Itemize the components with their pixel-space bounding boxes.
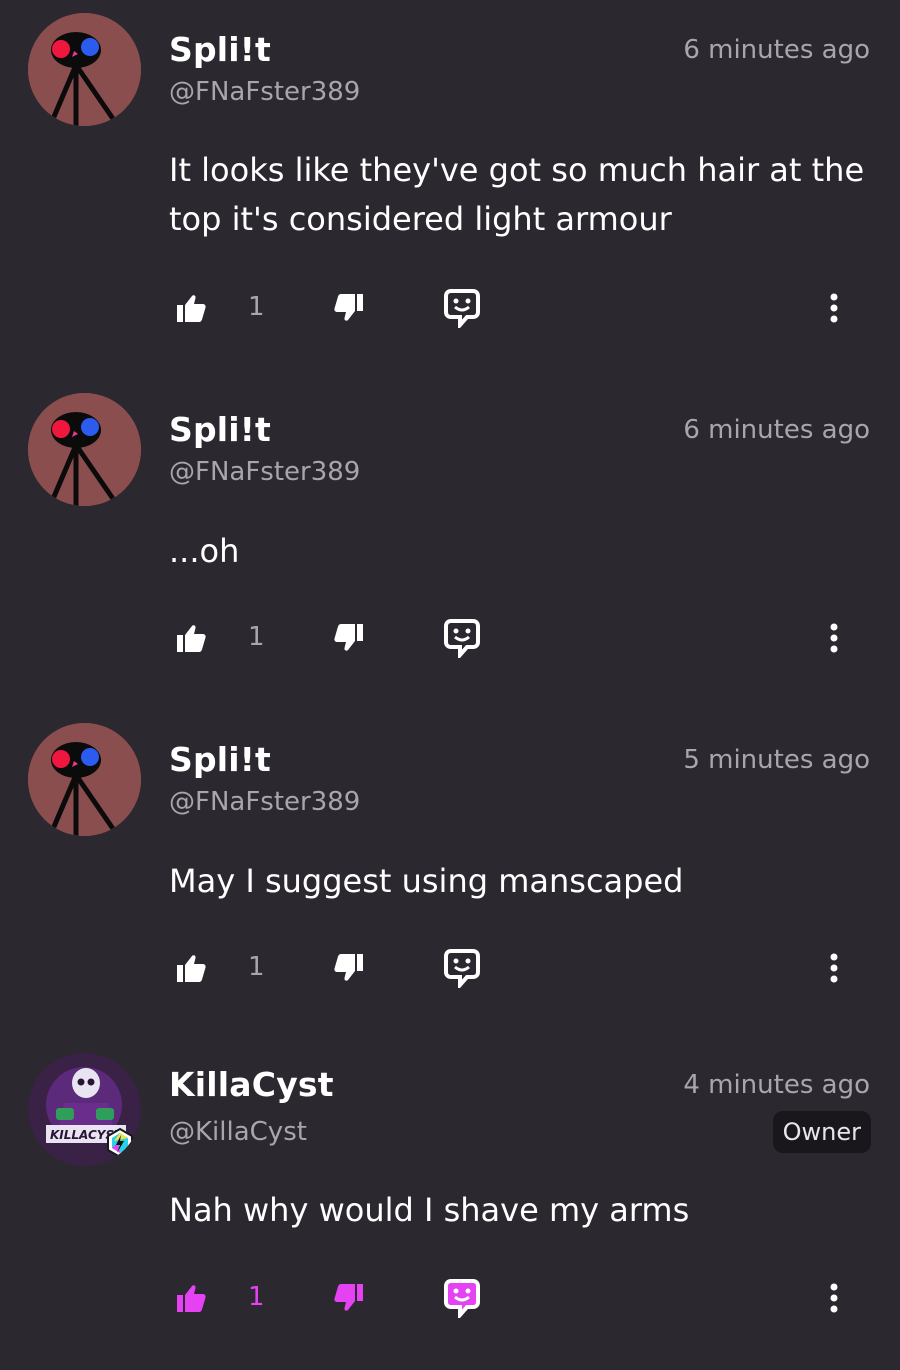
thumbs-up-icon[interactable] <box>175 1282 207 1314</box>
user-handle[interactable]: @KillaCyst <box>169 1117 307 1147</box>
timestamp: 6 minutes ago <box>683 35 870 65</box>
avatar[interactable] <box>28 393 141 506</box>
comment-text: Nah why would I shave my arms <box>169 1191 690 1229</box>
more-options-icon[interactable] <box>824 292 844 324</box>
comment-actions: 1 <box>0 614 900 664</box>
thumbs-down-icon[interactable] <box>333 622 365 654</box>
timestamp: 6 minutes ago <box>683 415 870 445</box>
like-count: 1 <box>248 952 265 982</box>
comment-text: May I suggest using manscaped <box>169 862 684 900</box>
owner-badge: Owner <box>772 1111 871 1153</box>
user-handle[interactable]: @FNaFster389 <box>169 77 360 107</box>
reply-icon[interactable] <box>443 288 481 331</box>
more-options-icon[interactable] <box>824 622 844 654</box>
more-options-icon[interactable] <box>824 1282 844 1314</box>
more-options-icon[interactable] <box>824 952 844 984</box>
avatar[interactable] <box>28 13 141 126</box>
thumbs-up-icon[interactable] <box>175 622 207 654</box>
thumbs-up-icon[interactable] <box>175 952 207 984</box>
avatar[interactable] <box>28 723 141 836</box>
user-handle[interactable]: @FNaFster389 <box>169 787 360 817</box>
comment-actions: 1 <box>0 284 900 334</box>
reply-icon[interactable] <box>443 1278 481 1321</box>
reply-icon[interactable] <box>443 618 481 661</box>
username[interactable]: Spli!t <box>169 410 271 449</box>
comment-actions: 1 <box>0 1274 900 1324</box>
thumbs-down-icon[interactable] <box>333 1282 365 1314</box>
comment-actions: 1 <box>0 944 900 994</box>
comment: Spli!t @FNaFster389 6 minutes ago It loo… <box>0 0 900 331</box>
username[interactable]: Spli!t <box>169 740 271 779</box>
timestamp: 4 minutes ago <box>683 1070 870 1100</box>
username[interactable]: Spli!t <box>169 30 271 69</box>
avatar[interactable]: KILLACYST <box>28 1053 141 1166</box>
thumbs-down-icon[interactable] <box>333 952 365 984</box>
like-count: 1 <box>248 622 265 652</box>
thumbs-up-icon[interactable] <box>175 292 207 324</box>
timestamp: 5 minutes ago <box>683 745 870 775</box>
comment: KILLACYST KillaCyst @KillaCyst 4 minutes… <box>0 1040 900 1370</box>
reply-icon[interactable] <box>443 948 481 991</box>
username[interactable]: KillaCyst <box>169 1065 334 1104</box>
comment: Spli!t @FNaFster389 5 minutes ago May I … <box>0 710 900 1040</box>
like-count: 1 <box>248 1282 265 1312</box>
comment-text: ...oh <box>169 532 240 570</box>
thumbs-down-icon[interactable] <box>333 292 365 324</box>
comment: Spli!t @FNaFster389 6 minutes ago ...oh … <box>0 380 900 710</box>
comment-text: It looks like they've got so much hair a… <box>169 151 865 238</box>
like-count: 1 <box>248 292 265 322</box>
user-handle[interactable]: @FNaFster389 <box>169 457 360 487</box>
